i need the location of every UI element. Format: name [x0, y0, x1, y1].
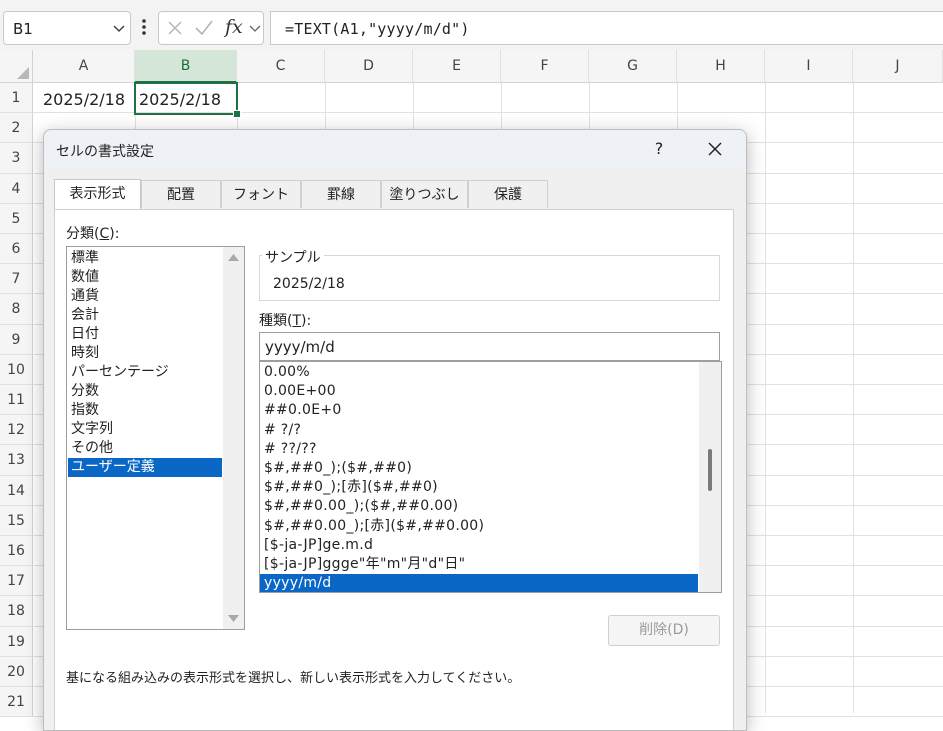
row-header[interactable]: 4	[0, 173, 33, 204]
category-item[interactable]: 分数	[68, 382, 222, 401]
format-item[interactable]: yyyy/m/d	[260, 574, 698, 592]
row-header[interactable]: 10	[0, 354, 33, 385]
scroll-down-arrow-icon[interactable]	[228, 615, 239, 623]
sample-label: サンプル	[262, 247, 324, 267]
category-list[interactable]: 標準 数値 通貨 会計 日付 時刻 パーセンテージ 分数 指数 文字列 その他 ユーザー定義	[66, 246, 245, 630]
tab-font[interactable]: フォント	[221, 180, 301, 208]
row-header[interactable]: 17	[0, 566, 33, 597]
tab-border[interactable]: 罫線	[301, 180, 381, 208]
column-header[interactable]: A	[33, 50, 135, 83]
column-header[interactable]: I	[765, 50, 853, 83]
category-item[interactable]: 会計	[68, 306, 222, 325]
row-header[interactable]: 9	[0, 324, 33, 355]
formula-text: =TEXT(A1,"yyyy/m/d")	[285, 20, 470, 38]
format-scroll-thumb[interactable]	[708, 449, 712, 491]
category-item[interactable]: その他	[68, 439, 222, 458]
format-item[interactable]: 0.00E+00	[260, 382, 698, 401]
chevron-down-icon[interactable]	[112, 21, 126, 35]
category-item[interactable]: パーセンテージ	[68, 363, 222, 382]
format-list[interactable]: yyyy/m/d [$-ja-JP]ggge"年"m"月"d"日" [$-ja-JP…	[259, 361, 722, 593]
scroll-up-arrow-icon[interactable]	[228, 253, 239, 261]
row-header[interactable]: 12	[0, 415, 33, 446]
chevron-down-icon[interactable]	[249, 23, 261, 33]
row-header[interactable]: 2	[0, 113, 33, 144]
select-all-corner[interactable]	[0, 50, 33, 83]
category-item[interactable]: 文字列	[68, 420, 222, 439]
format-item[interactable]: $#,##0_);($#,##0)	[260, 459, 698, 478]
category-label: 分類(C):	[66, 226, 120, 242]
name-box-value: B1	[13, 20, 33, 38]
category-item[interactable]: ユーザー定義	[68, 458, 222, 477]
enter-check-icon[interactable]	[194, 19, 214, 37]
row-header[interactable]: 13	[0, 445, 33, 476]
row-header[interactable]: 20	[0, 656, 33, 687]
row-header[interactable]: 1	[0, 83, 33, 114]
sample-value: 2025/2/18	[273, 276, 345, 292]
row-header[interactable]: 8	[0, 294, 33, 325]
type-label: 種類(T):	[259, 313, 312, 329]
format-cells-dialog: セルの書式設定 ? 表示形式 配置 フォント 罫線 塗りつぶし 保護 分類(C)…	[43, 129, 747, 731]
format-item[interactable]: # ??/??	[260, 440, 698, 459]
cancel-icon[interactable]	[167, 20, 183, 36]
formula-input[interactable]: =TEXT(A1,"yyyy/m/d")	[270, 11, 943, 45]
column-header[interactable]: F	[501, 50, 589, 83]
delete-button[interactable]: 削除(D)	[608, 615, 720, 646]
category-item[interactable]: 通貨	[68, 287, 222, 306]
tab-fill[interactable]: 塗りつぶし	[381, 180, 468, 208]
row-header[interactable]: 3	[0, 143, 33, 174]
column-header[interactable]: C	[237, 50, 325, 83]
column-header[interactable]: E	[413, 50, 501, 83]
row-header[interactable]: 15	[0, 505, 33, 536]
row-header[interactable]: 19	[0, 626, 33, 657]
row-header[interactable]: 5	[0, 203, 33, 234]
column-header[interactable]: J	[853, 50, 943, 83]
category-item[interactable]: 指数	[68, 401, 222, 420]
format-item[interactable]: $#,##0.00_);[赤]($#,##0.00)	[260, 517, 698, 536]
type-input[interactable]: yyyy/m/d	[259, 332, 720, 361]
hint-text: 基になる組み込みの表示形式を選択し、新しい表示形式を入力してください。	[66, 671, 521, 686]
format-item[interactable]: # ?/?	[260, 421, 698, 440]
tab-number[interactable]: 表示形式	[54, 179, 141, 209]
help-button[interactable]: ?	[652, 139, 666, 158]
format-item[interactable]: 0.00%	[260, 363, 698, 382]
row-header[interactable]: 18	[0, 596, 33, 627]
row-header[interactable]: 14	[0, 475, 33, 506]
format-item[interactable]: ##0.0E+0	[260, 401, 698, 420]
active-cell-border	[134, 82, 238, 115]
category-item[interactable]: 日付	[68, 325, 222, 344]
tab-protection[interactable]: 保護	[468, 180, 548, 208]
dialog-title: セルの書式設定	[56, 144, 154, 160]
format-item[interactable]: [$-ja-JP]ge.m.d	[260, 536, 698, 555]
format-item[interactable]: $#,##0.00_);($#,##0.00)	[260, 497, 698, 516]
row-header[interactable]: 11	[0, 385, 33, 416]
column-header[interactable]: B	[135, 50, 237, 83]
formula-tools: fx	[158, 11, 264, 45]
row-header[interactable]: 16	[0, 536, 33, 567]
function-icon[interactable]: fx	[225, 16, 243, 38]
category-item[interactable]: 標準	[68, 249, 222, 268]
format-item[interactable]: $#,##0_);[赤]($#,##0)	[260, 478, 698, 497]
row-header[interactable]: 6	[0, 234, 33, 265]
formula-bar: B1 fx =TEXT(A1,"yyyy/m/d")	[0, 0, 943, 50]
tab-alignment[interactable]: 配置	[141, 180, 221, 208]
more-icon[interactable]	[139, 16, 149, 38]
format-item[interactable]: [$-ja-JP]ggge"年"m"月"d"日"	[260, 555, 698, 574]
category-scrollbar[interactable]	[223, 247, 244, 629]
column-header[interactable]: H	[677, 50, 765, 83]
type-input-value: yyyy/m/d	[265, 338, 335, 356]
category-item[interactable]: 時刻	[68, 344, 222, 363]
cell-A1[interactable]: 2025/2/18	[43, 90, 125, 109]
name-box[interactable]: B1	[3, 11, 131, 45]
row-header[interactable]: 7	[0, 264, 33, 295]
fill-handle[interactable]	[233, 110, 241, 118]
close-icon[interactable]	[704, 138, 726, 160]
column-header[interactable]: G	[589, 50, 677, 83]
column-header[interactable]: D	[325, 50, 413, 83]
category-item[interactable]: 数値	[68, 268, 222, 287]
dialog-titlebar: セルの書式設定 ?	[44, 130, 746, 168]
